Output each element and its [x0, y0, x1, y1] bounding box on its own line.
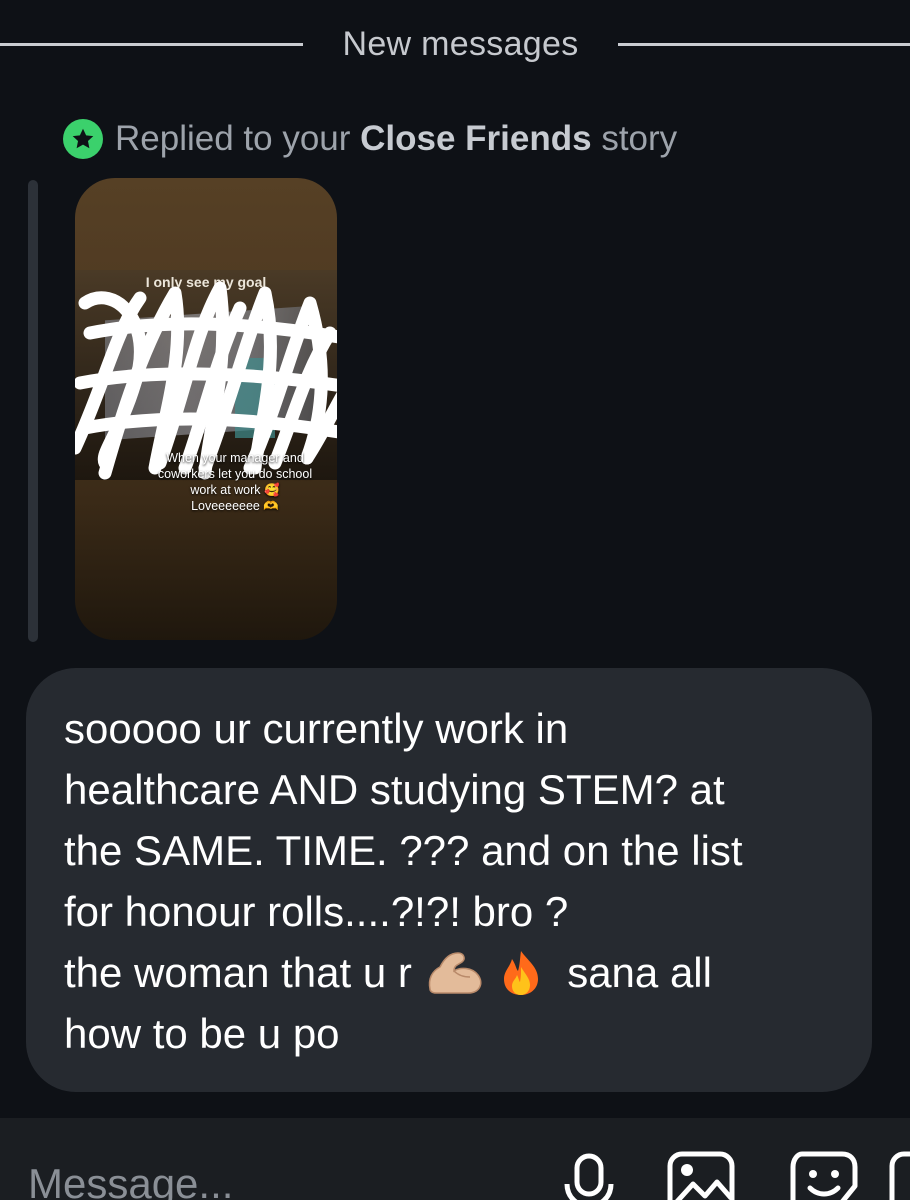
message-input[interactable]	[28, 1154, 468, 1200]
message-line5-suffix: sana all	[555, 949, 712, 996]
microphone-icon[interactable]	[560, 1148, 618, 1200]
message-bubble[interactable]: sooooo ur currently work in healthcare A…	[26, 668, 872, 1092]
reply-suffix: story	[591, 119, 678, 158]
message-composer	[0, 1118, 910, 1200]
divider-line-right	[618, 43, 910, 46]
new-messages-label: New messages	[342, 25, 579, 63]
message-line: for honour rolls....?!?! bro ?	[64, 888, 569, 935]
reply-quote-bar	[28, 180, 38, 642]
new-messages-divider: New messages	[0, 22, 910, 66]
message-line: sooooo ur currently work in	[64, 705, 569, 752]
message-line: the SAME. TIME. ??? and on the list	[64, 827, 743, 874]
story-caption-line: coworkers let you do school	[157, 467, 313, 481]
divider-line-left	[0, 43, 303, 46]
close-friends-label: Close Friends	[360, 119, 592, 158]
sticker-icon[interactable]	[788, 1148, 860, 1200]
message-line5-prefix: the woman that u r	[64, 949, 424, 996]
story-caption-line: work at work 🥰	[190, 483, 280, 497]
chat-screen: New messages Replied to your Close Frien…	[0, 0, 910, 1200]
message-line: healthcare AND studying STEM? at	[64, 766, 725, 813]
story-caption: When your manager and coworkers let you …	[135, 450, 335, 514]
reply-label: Replied to your Close Friends story	[115, 116, 677, 162]
reply-prefix: Replied to your	[115, 119, 361, 158]
story-caption-line: When your manager and	[166, 451, 304, 465]
fire-emoji	[503, 951, 538, 995]
star-icon	[63, 119, 103, 159]
more-icon[interactable]	[888, 1148, 910, 1200]
flexed-biceps-emoji	[428, 952, 481, 994]
message-text: sooooo ur currently work in healthcare A…	[64, 698, 743, 1064]
message-line: how to be u po	[64, 1010, 340, 1057]
gallery-icon[interactable]	[665, 1148, 737, 1200]
story-caption-line: Loveeeeeee 🫶	[191, 499, 279, 513]
message-line-emoji: the woman that u r sana all	[64, 942, 743, 1003]
story-thumbnail[interactable]: I only see my goal When your manager and…	[75, 178, 337, 640]
story-reply-header: Replied to your Close Friends story	[63, 116, 677, 162]
